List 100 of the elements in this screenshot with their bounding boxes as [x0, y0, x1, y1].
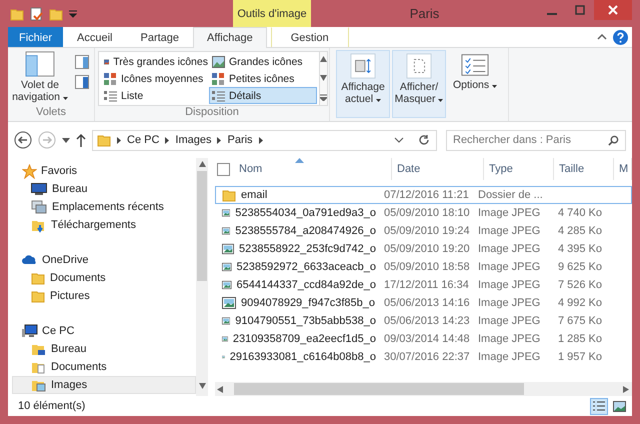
folder-icon [31, 271, 45, 285]
date-cell-text: 05/09/2010 19:20 [383, 243, 471, 255]
customize-dropdown-icon[interactable] [69, 10, 77, 18]
properties-icon[interactable] [30, 6, 43, 20]
size-cell-text: 4 285 Ko [556, 225, 603, 237]
nav-section[interactable]: Favoris [12, 162, 196, 180]
breadcrumb-separator-icon[interactable] [117, 136, 121, 144]
file-row[interactable]: 5238554034_0a791ed9a3_o 05/09/2010 18:10 Image JPEG 4 740 Ko [215, 204, 632, 222]
navigation-pane-button[interactable]: Volet de navigation [11, 51, 69, 103]
scroll-right-icon[interactable] [623, 386, 630, 392]
scroll-up-icon[interactable] [198, 161, 206, 168]
nav-item[interactable]: Images [12, 376, 196, 394]
vertical-scrollbar[interactable] [196, 158, 208, 396]
address-bar[interactable]: Ce PC Images Paris [92, 130, 437, 150]
scroll-left-icon[interactable] [217, 386, 224, 392]
medium-icons-icon [104, 72, 117, 84]
scroll-down-icon[interactable] [320, 75, 327, 82]
expand-gallery-icon[interactable] [320, 94, 327, 101]
column-header[interactable]: Type [484, 158, 554, 180]
breadcrumb-separator-icon[interactable] [165, 136, 170, 144]
file-tab[interactable]: Fichier [8, 27, 64, 47]
caret-icon [62, 97, 68, 100]
picture-icon [612, 400, 626, 412]
details-view-button[interactable] [590, 398, 608, 414]
small-icons-icon [212, 72, 225, 84]
collapse-ribbon-icon[interactable] [597, 34, 607, 40]
file-row[interactable]: 6544144337_ccd84a92de_o 17/12/2011 16:34 Image JPEG 7 526 Ko [215, 276, 632, 294]
ribbon-tab[interactable]: Gestion [270, 27, 349, 47]
file-row[interactable]: 9104790551_73b5abb538_o 05/06/2013 14:23 Image JPEG 7 675 Ko [215, 312, 632, 330]
back-icon[interactable] [14, 131, 32, 149]
size-cell-text: 1 957 Ko [556, 351, 603, 363]
breadcrumb-separator-icon[interactable] [217, 136, 222, 144]
nav-item[interactable]: Emplacements récents [12, 198, 196, 216]
column-header[interactable]: Date [392, 158, 484, 180]
close-button[interactable] [594, 0, 632, 20]
date-cell-text: 05/09/2010 18:58 [383, 261, 471, 273]
details-pane-icon[interactable] [75, 75, 89, 89]
contextual-tab-label: Outils d'image [233, 0, 311, 27]
file-name: 5238555784_a208474926_o [235, 225, 376, 237]
columns-icon [350, 53, 376, 79]
nav-section[interactable]: Ce PC [12, 322, 196, 340]
refresh-icon[interactable] [418, 134, 430, 146]
column-header[interactable]: Taille [554, 158, 614, 180]
size-cell-text: 4 395 Ko [556, 243, 603, 255]
search-icon [608, 134, 619, 146]
layout-option[interactable]: Grandes icônes [209, 53, 317, 70]
breadcrumb[interactable]: Ce PC [127, 134, 160, 146]
ribbon-button[interactable]: Options [448, 50, 502, 118]
type-cell-text: Image JPEG [477, 351, 542, 363]
layout-option[interactable]: Petites icônes [209, 70, 317, 87]
file-row[interactable]: email 07/12/2016 11:21 Dossier de ... [215, 186, 632, 204]
file-row[interactable]: 5238555784_a208474926_o 05/09/2010 19:24 Image JPEG 4 285 Ko [215, 222, 632, 240]
up-arrow-icon[interactable] [76, 133, 86, 147]
ribbon-button[interactable]: Afficher/ Masquer [392, 50, 446, 118]
layout-option[interactable]: Liste [101, 87, 209, 104]
column-header[interactable]: M [614, 158, 632, 180]
file-row[interactable]: 29163933081_c6164b08b8_o 30/07/2016 22:37 Image JPEG 1 957 Ko [215, 348, 632, 366]
help-icon[interactable] [613, 30, 628, 44]
file-row[interactable]: 5238592972_6633aceacb_o 05/09/2010 18:58 Image JPEG 9 625 Ko [215, 258, 632, 276]
date-cell-text: 05/06/2013 14:23 [383, 315, 471, 327]
preview-pane-icon[interactable] [75, 55, 89, 69]
breadcrumb[interactable]: Images [175, 134, 212, 146]
size-cell-text: 7 526 Ko [556, 279, 603, 291]
horizontal-scrollbar[interactable] [215, 382, 632, 396]
nav-item[interactable]: Téléchargements [12, 216, 196, 234]
nav-item[interactable]: Bureau [12, 180, 196, 198]
caret-icon [376, 99, 381, 102]
breadcrumb-separator-icon[interactable] [258, 136, 263, 144]
select-all-checkbox[interactable] [217, 162, 230, 176]
scroll-down-icon[interactable] [198, 383, 206, 390]
file-row[interactable]: 23109358709_ea2eecf1d5_o 09/03/2014 14:48 Image JPEG 1 285 Ko [215, 330, 632, 348]
large-icons-icon [212, 56, 225, 68]
layout-option[interactable]: Icônes moyennes [101, 70, 209, 87]
ribbon-tab[interactable]: Affichage [193, 27, 267, 48]
file-name: 6544144337_ccd84a92de_o [236, 279, 376, 291]
file-name: 9104790551_73b5abb538_o [235, 315, 376, 327]
file-name: 9094078929_f947c3f85b_o [241, 297, 375, 309]
nav-item[interactable]: Bureau [12, 340, 196, 358]
file-row[interactable]: 5238558922_253fc9d742_o 05/09/2010 19:20 Image JPEG 4 395 Ko [215, 240, 632, 258]
date-cell-text: 05/06/2013 14:16 [383, 297, 471, 309]
nav-item[interactable]: Documents [12, 269, 196, 287]
folder-icon [10, 6, 24, 20]
file-row[interactable]: 9094078929_f947c3f85b_o 05/06/2013 14:16 Image JPEG 4 992 Ko [215, 294, 632, 312]
layout-option[interactable]: Très grandes icônes [101, 53, 209, 70]
window-title: Paris [408, 5, 440, 23]
breadcrumb[interactable]: Paris [227, 134, 253, 146]
nav-item[interactable]: Pictures [12, 287, 196, 305]
ribbon-button[interactable]: Affichage actuel [336, 50, 390, 118]
nav-item[interactable]: Documents [12, 358, 196, 376]
scroll-up-icon[interactable] [320, 56, 327, 63]
chevron-down-icon[interactable] [394, 137, 404, 143]
search-field[interactable]: Rechercher dans : Paris [446, 130, 626, 150]
layout-option[interactable]: Détails [209, 87, 317, 104]
date-cell-text: 17/12/2011 16:34 [383, 279, 470, 291]
recent-locations-icon[interactable] [62, 138, 70, 142]
nav-section[interactable]: OneDrive [12, 251, 196, 269]
file-name: 5238558922_253fc9d742_o [238, 243, 376, 255]
date-cell-text: 09/03/2014 14:48 [383, 333, 471, 345]
file-name: 29163933081_c6164b08b8_o [230, 351, 376, 363]
navigation-pane-icon [25, 51, 55, 77]
